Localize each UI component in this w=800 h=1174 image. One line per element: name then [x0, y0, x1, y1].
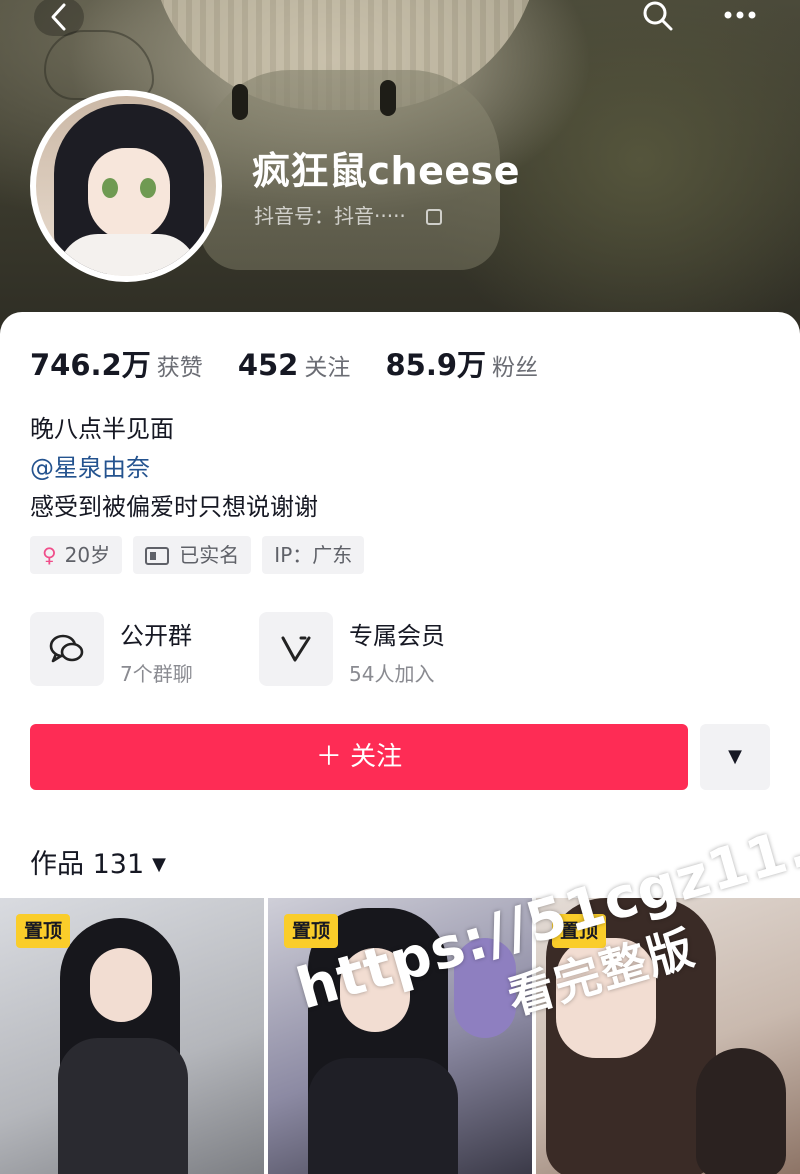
feature-subtitle: 7个群聊 — [120, 662, 193, 686]
stat-following[interactable]: 452 关注 — [238, 348, 351, 382]
thumb-person-face — [90, 948, 152, 1022]
stat-label: 获赞 — [156, 355, 203, 381]
tab-works-label: 作品 131 — [30, 849, 145, 880]
id-card-icon — [145, 547, 170, 565]
pinned-badge: 置顶 — [16, 914, 71, 948]
avatar-shirt — [58, 234, 198, 276]
public-group-entry[interactable]: 公开群 7个群聊 — [30, 612, 230, 686]
avatar[interactable] — [30, 90, 222, 282]
stat-followers[interactable]: 85.9万 粉丝 — [385, 342, 538, 384]
pinned-badge: 置顶 — [284, 914, 339, 948]
banner-mushroom-eye — [232, 84, 248, 120]
tag-verified: 已实名 — [133, 536, 252, 574]
bio-line: 感受到被偏爱时只想说谢谢 — [30, 493, 318, 521]
more-button[interactable] — [720, 0, 760, 34]
tag-ip: IP：广东 — [262, 536, 365, 574]
search-button[interactable] — [640, 0, 676, 34]
bio-line: 晚八点半见面 — [30, 415, 174, 443]
douyin-id[interactable]: 抖音号：抖音····· — [254, 200, 443, 229]
follow-button[interactable]: ＋ 关注 — [30, 724, 688, 790]
banner-doodle — [44, 30, 154, 100]
nickname: 疯狂鼠cheese — [252, 149, 521, 193]
banner-mushroom-eye — [380, 80, 396, 116]
follow-dropdown-button[interactable]: ▼ — [700, 724, 770, 790]
stat-value: 85.9万 — [385, 348, 487, 382]
feature-subtitle: 54人加入 — [349, 662, 435, 686]
membership-v-icon — [259, 612, 333, 686]
bio: 晚八点半见面 @星泉由奈 感受到被偏爱时只想说谢谢 — [30, 410, 318, 527]
search-icon — [643, 1, 673, 31]
profile-tags: ♀ 20岁 已实名 IP：广东 — [30, 536, 370, 574]
tag-age-text: 20岁 — [64, 543, 111, 567]
stats-row: 746.2万 获赞 452 关注 85.9万 粉丝 — [30, 342, 568, 384]
thumb-person-body — [308, 1058, 458, 1174]
stat-likes[interactable]: 746.2万 获赞 — [30, 342, 203, 384]
douyin-id-text: 抖音号：抖音····· — [254, 204, 406, 228]
caret-down-icon: ▼ — [152, 854, 166, 875]
stat-value: 746.2万 — [30, 348, 151, 382]
female-icon: ♀ — [42, 543, 57, 567]
stat-label: 关注 — [304, 355, 351, 381]
avatar-face — [88, 148, 170, 240]
copy-icon[interactable] — [426, 209, 443, 225]
profile-card: 746.2万 获赞 452 关注 85.9万 粉丝 晚八点半见面 @星泉由奈 感受到被… — [0, 312, 800, 1174]
group-chat-icon — [30, 612, 104, 686]
triangle-down-icon: ▼ — [728, 746, 742, 767]
tab-works[interactable]: 作品 131 ▼ — [30, 842, 166, 881]
avatar-eye — [102, 178, 118, 198]
tag-age: ♀ 20岁 — [30, 536, 123, 574]
feature-title: 专属会员 — [349, 622, 445, 650]
avatar-eye — [140, 178, 156, 198]
video-thumbnail[interactable]: 置顶 — [0, 898, 264, 1174]
thumb-person-hair — [696, 1048, 786, 1174]
stat-value: 452 — [237, 348, 299, 382]
feature-title: 公开群 — [120, 622, 192, 650]
membership-entry[interactable]: 专属会员 54人加入 — [259, 612, 479, 686]
thumb-person-body — [58, 1038, 188, 1174]
bio-mention-link[interactable]: @星泉由奈 — [30, 449, 318, 488]
chevron-left-icon — [51, 3, 66, 31]
tag-verified-text: 已实名 — [179, 543, 240, 567]
stat-label: 粉丝 — [492, 355, 539, 381]
more-dots-icon — [724, 11, 756, 19]
back-button[interactable] — [34, 0, 84, 36]
